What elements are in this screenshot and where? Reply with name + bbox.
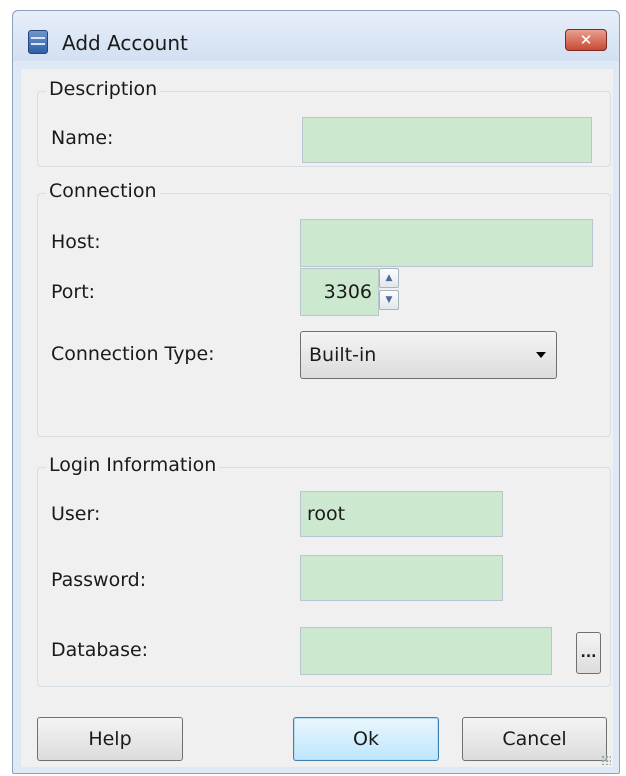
close-button[interactable]: ✕ — [565, 29, 607, 51]
name-input[interactable] — [302, 117, 592, 163]
port-stepper[interactable]: ▲ ▼ — [379, 268, 401, 312]
connection-type-select[interactable]: Built-in — [300, 331, 557, 379]
add-account-dialog: Add Account ✕ Description Name: Connecti… — [12, 10, 620, 774]
database-input[interactable] — [300, 627, 552, 675]
connection-type-value: Built-in — [309, 344, 377, 366]
host-label: Host: — [51, 231, 101, 253]
port-input[interactable]: 3306 — [300, 268, 379, 316]
user-input[interactable]: root — [300, 491, 503, 537]
stepper-up-icon[interactable]: ▲ — [379, 268, 399, 288]
host-input[interactable] — [300, 219, 593, 267]
cancel-button[interactable]: Cancel — [462, 717, 607, 761]
resize-grip-icon[interactable] — [601, 755, 611, 765]
title-bar[interactable]: Add Account ✕ — [13, 11, 619, 61]
connection-legend: Connection — [46, 180, 160, 202]
help-button[interactable]: Help — [37, 717, 183, 761]
password-label: Password: — [51, 569, 147, 591]
login-legend: Login Information — [46, 454, 220, 476]
ok-button[interactable]: Ok — [293, 717, 439, 761]
password-input[interactable] — [300, 555, 503, 601]
stepper-down-icon[interactable]: ▼ — [379, 290, 399, 310]
user-label: User: — [51, 503, 101, 525]
chevron-down-icon — [536, 352, 546, 358]
database-icon — [28, 30, 48, 54]
name-label: Name: — [51, 127, 114, 149]
database-browse-button[interactable]: ... — [576, 632, 601, 674]
window-title: Add Account — [62, 31, 188, 55]
port-label: Port: — [51, 281, 96, 303]
database-label: Database: — [51, 639, 149, 661]
dialog-body: Description Name: Connection Host: Port:… — [21, 69, 613, 767]
description-legend: Description — [46, 78, 161, 100]
connection-type-label: Connection Type: — [51, 343, 215, 365]
